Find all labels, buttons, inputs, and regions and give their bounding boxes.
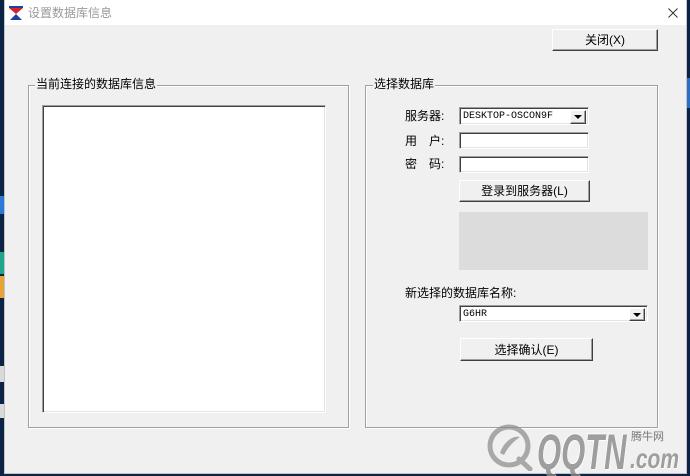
window-close-button[interactable] [658,0,687,25]
close-button[interactable]: 关闭(X) [552,29,658,51]
server-label: 服务器: [405,109,445,123]
database-combobox[interactable]: G6HR [459,305,648,322]
close-icon [667,7,678,18]
password-label: 密 码: [405,157,445,171]
dialog-window: 设置数据库信息 关闭(X) 当前连接的数据库信息 选择数据库 服务器: DESK… [4,0,687,474]
app-logo-icon [9,6,23,20]
current-connection-group-label: 当前连接的数据库信息 [35,77,158,91]
database-dropdown-button[interactable] [629,308,645,321]
title-bar: 设置数据库信息 [4,0,687,25]
user-input[interactable] [459,132,589,149]
server-combobox[interactable]: DESKTOP-OSCON9F [459,107,589,125]
server-dropdown-button[interactable] [570,110,586,124]
new-database-label: 新选择的数据库名称: [405,286,517,300]
database-combobox-value: G6HR [463,309,488,320]
chevron-down-icon [574,115,582,119]
select-database-group-label: 选择数据库 [373,77,436,91]
chevron-down-icon [633,312,641,317]
server-combobox-value: DESKTOP-OSCON9F [463,111,554,122]
database-list-panel [459,212,648,270]
connected-db-info-list[interactable] [42,105,326,413]
login-to-server-button[interactable]: 登录到服务器(L) [459,180,590,202]
user-label: 用 户: [405,134,445,148]
confirm-selection-button[interactable]: 选择确认(E) [460,338,593,361]
password-input[interactable] [459,156,589,173]
window-title: 设置数据库信息 [28,6,113,20]
